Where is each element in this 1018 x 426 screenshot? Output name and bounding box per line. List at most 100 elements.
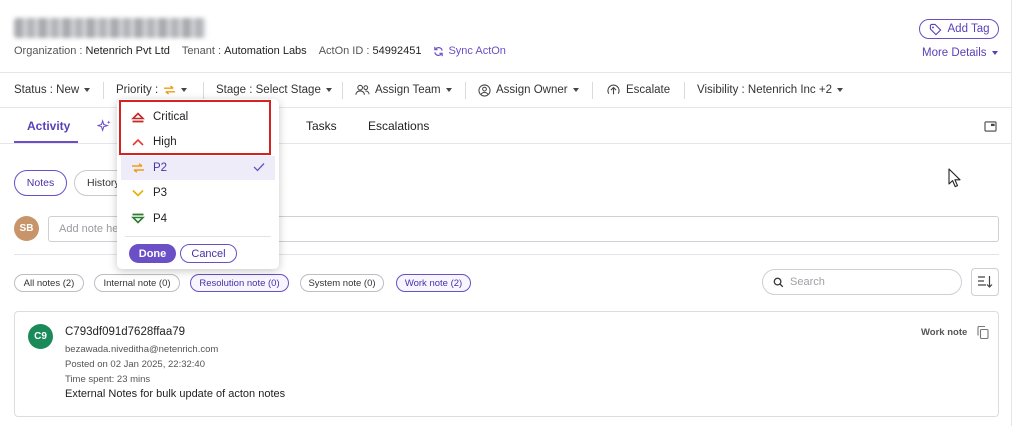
history-toggle-label: History [87, 177, 120, 189]
filter-resolution-note[interactable]: Resolution note (0) [190, 274, 289, 292]
tag-icon [929, 23, 941, 35]
escalate-button[interactable]: Escalate [606, 73, 670, 107]
search-input[interactable]: Search [762, 269, 962, 295]
filter-internal-note[interactable]: Internal note (0) [94, 274, 180, 292]
dropdown-divider [125, 236, 271, 237]
avatar: SB [14, 216, 39, 241]
incident-meta: Organization : Netenrich Pvt Ltd Tenant … [14, 45, 506, 57]
filter-all-notes[interactable]: All notes (2) [14, 274, 84, 292]
toolbar-divider [592, 82, 593, 99]
filter-resolution-label: Resolution note (0) [199, 277, 280, 289]
toolbar-divider [465, 82, 466, 99]
check-icon [253, 163, 265, 172]
filter-work-note[interactable]: Work note (2) [396, 274, 471, 292]
done-button[interactable]: Done [129, 244, 176, 263]
sort-button[interactable] [971, 268, 999, 296]
tab-activity[interactable]: Activity [27, 109, 70, 143]
filter-all-label: All notes (2) [23, 277, 75, 289]
filter-system-label: System note (0) [308, 277, 376, 289]
note-author: bezawada.niveditha@netenrich.com [65, 344, 219, 355]
note-card: C9 C793df091d7628ffaa79 bezawada.nivedit… [14, 311, 999, 417]
chevron-down-icon [836, 88, 843, 92]
assign-team-label: Assign Team [375, 84, 441, 96]
copy-icon[interactable] [977, 325, 989, 342]
priority-option-label: P3 [153, 187, 168, 199]
toolbar-divider [203, 82, 204, 99]
status-dropdown[interactable]: Status : New [14, 73, 91, 107]
add-tag-label: Add Tag [947, 23, 990, 35]
tab-ai-insights[interactable] [97, 109, 112, 143]
tab-escalations[interactable]: Escalations [368, 109, 429, 143]
user-circle-icon [478, 83, 491, 97]
priority-option-p3[interactable]: P3 [121, 181, 275, 205]
priority-option-p2[interactable]: P2 [121, 156, 275, 180]
expand-panel-button[interactable] [984, 109, 997, 143]
tenant-value: Automation Labs [224, 45, 307, 57]
assign-team-dropdown[interactable]: Assign Team [355, 73, 452, 107]
org-label: Organization : [14, 45, 83, 57]
add-tag-button[interactable]: Add Tag [919, 19, 999, 39]
status-label: Status : New [14, 84, 80, 96]
escalate-icon [607, 84, 620, 95]
visibility-label: Visibility : Netenrich Inc +2 [697, 84, 832, 96]
filter-system-note[interactable]: System note (0) [300, 274, 384, 292]
tab-escalations-label: Escalations [368, 119, 430, 133]
chevron-down-icon [325, 88, 332, 92]
more-details-label: More Details [922, 47, 987, 59]
search-placeholder: Search [790, 276, 825, 288]
tab-tasks-label: Tasks [306, 119, 337, 133]
toolbar-divider [342, 82, 343, 99]
add-note-placeholder: Add note he [59, 223, 119, 235]
note-body: External Notes for bulk update of acton … [65, 388, 286, 400]
toolbar-divider [103, 82, 104, 99]
acton-value: 54992451 [372, 45, 422, 57]
note-time-spent: Time spent: 23 mins [65, 374, 151, 385]
priority-option-label: P2 [153, 162, 168, 174]
note-posted: Posted on 02 Jan 2025, 22:32:40 [65, 359, 205, 370]
filter-work-label: Work note (2) [404, 277, 463, 289]
sync-acton-link[interactable]: Sync ActOn [433, 45, 506, 57]
visibility-dropdown[interactable]: Visibility : Netenrich Inc +2 [697, 73, 843, 107]
notes-toggle[interactable]: Notes [14, 170, 67, 196]
priority-label: Priority : [116, 84, 159, 96]
assign-owner-label: Assign Owner [496, 84, 568, 96]
search-icon [773, 277, 784, 287]
org-value: Netenrich Pvt Ltd [85, 45, 170, 57]
sparkle-icon [97, 118, 111, 132]
team-icon [355, 84, 370, 95]
mouse-cursor-icon [948, 168, 961, 188]
incident-title-blurred [14, 18, 206, 38]
p2-icon [132, 163, 144, 173]
priority-option-label: P4 [153, 213, 168, 225]
note-type-badge: Work note [921, 327, 968, 338]
sync-label: Sync ActOn [448, 45, 506, 57]
chevron-down-icon [991, 51, 998, 55]
stage-label: Stage : Select Stage [216, 84, 321, 96]
chevron-down-icon [84, 88, 91, 92]
tenant-label: Tenant : [181, 45, 222, 57]
window-icon [984, 120, 997, 132]
chevron-down-icon [445, 88, 452, 92]
more-details-link[interactable]: More Details [922, 47, 998, 59]
avatar: C9 [28, 324, 53, 349]
priority-option-p4[interactable]: P4 [121, 207, 275, 231]
incident-panel: Organization : Netenrich Pvt Ltd Tenant … [0, 0, 1012, 426]
p3-icon [132, 189, 144, 197]
note-id: C793df091d7628ffaa79 [65, 326, 186, 338]
cancel-button[interactable]: Cancel [180, 244, 237, 263]
sync-icon [434, 46, 444, 56]
toolbar-divider [684, 82, 685, 99]
p4-icon [131, 213, 145, 224]
acton-label: ActOn ID : [318, 45, 370, 57]
filter-internal-label: Internal note (0) [103, 277, 171, 289]
assign-owner-dropdown[interactable]: Assign Owner [478, 73, 579, 107]
tab-activity-label: Activity [27, 119, 71, 133]
highlight-annotation [119, 100, 271, 155]
tab-tasks[interactable]: Tasks [306, 109, 337, 143]
chevron-down-icon [181, 88, 188, 92]
sort-desc-icon [978, 276, 993, 288]
escalate-label: Escalate [626, 84, 671, 96]
notes-toggle-label: Notes [26, 177, 55, 189]
chevron-down-icon [572, 88, 579, 92]
active-tab-indicator [14, 141, 78, 143]
